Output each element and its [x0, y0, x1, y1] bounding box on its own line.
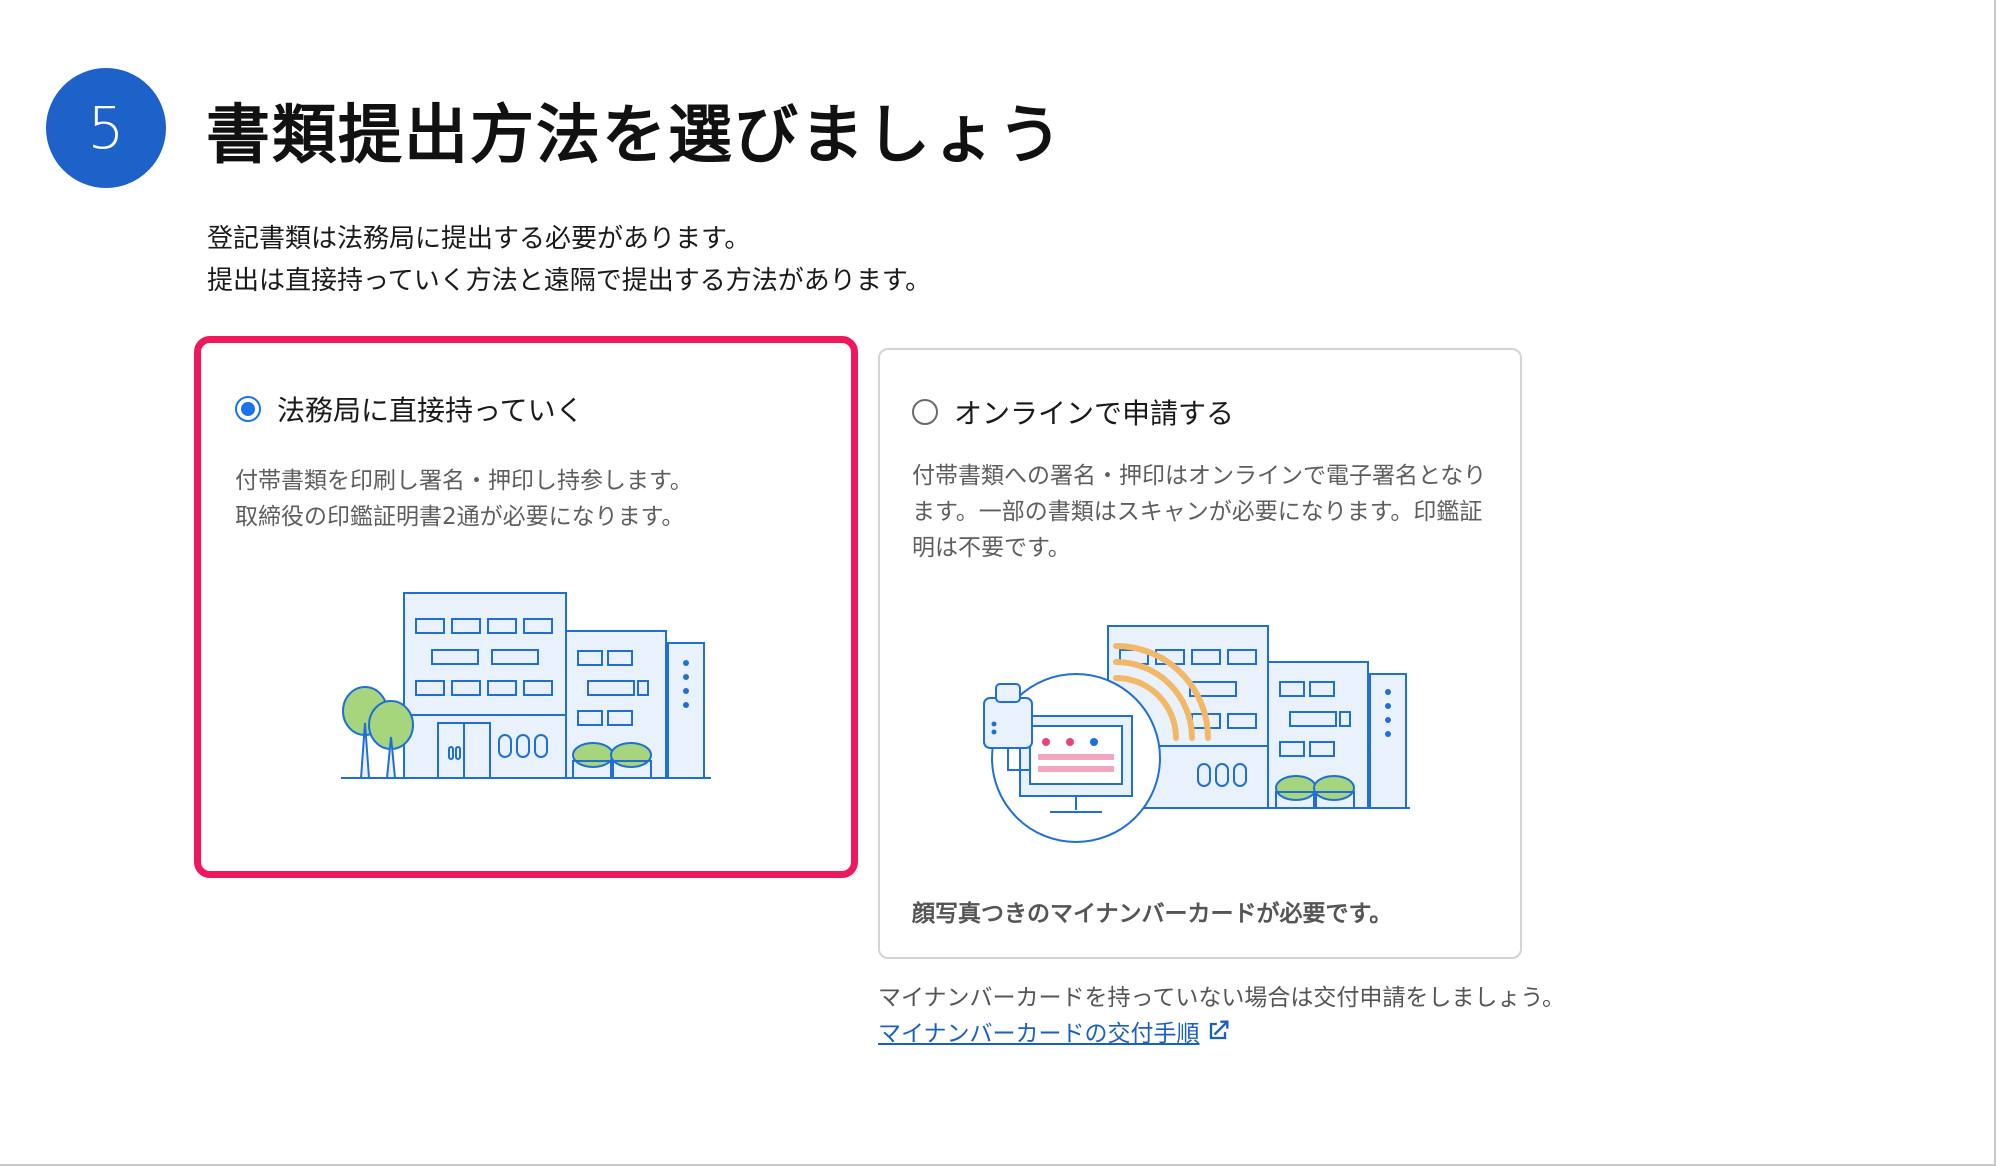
option-in-person-label: 法務局に直接持っていく	[277, 394, 584, 427]
intro-line-1: 登記書類は法務局に提出する必要があります。	[207, 224, 751, 254]
intro-line-2: 提出は直接持っていく方法と遠隔で提出する方法があります。	[207, 266, 932, 296]
option-in-person-description: 付帯書類を印刷し署名・押印し持参します。 取締役の印鑑証明書2通が必要になります…	[235, 463, 795, 535]
radio-in-person[interactable]	[235, 396, 261, 422]
radio-selected-dot	[241, 402, 255, 416]
step-number: 5	[87, 94, 125, 162]
building-with-computer-icon	[983, 625, 1410, 843]
external-link-icon-svg	[1209, 1020, 1229, 1040]
step-number-badge: 5	[46, 68, 166, 188]
external-link-icon	[1204, 1017, 1232, 1045]
intro-text: 登記書類は法務局に提出する必要があります。 提出は直接持っていく方法と遠隔で提出…	[207, 218, 931, 302]
option-card-online[interactable]: オンラインで申請する 付帯書類への署名・押印はオンラインで電子署名となります。一…	[878, 348, 1522, 959]
option-online-radio-row[interactable]: オンラインで申請する	[912, 392, 1234, 432]
page-title: 書類提出方法を選びましょう	[206, 99, 1064, 173]
option-online-description: 付帯書類への署名・押印はオンラインで電子署名となります。一部の書類はスキャンが必…	[912, 463, 1487, 561]
procedure-link-label: マイナンバーカードの交付手順	[878, 1021, 1200, 1047]
online-application-illustration	[980, 620, 1420, 854]
no-card-note: マイナンバーカードを持っていない場合は交付申請をしましょう。	[878, 985, 1566, 1011]
building-with-trees-icon	[341, 592, 711, 779]
option-in-person-desc-line-1: 付帯書類を印刷し署名・押印し持参します。	[235, 468, 693, 494]
my-number-card-procedure-link[interactable]: マイナンバーカードの交付手順	[878, 1014, 1232, 1048]
option-in-person-radio-row[interactable]: 法務局に直接持っていく	[235, 389, 584, 429]
radio-online[interactable]	[912, 399, 938, 425]
my-number-card-required-note: 顔写真つきのマイナンバーカードが必要です。	[912, 901, 1393, 927]
option-online-label: オンラインで申請する	[954, 397, 1235, 430]
legal-affairs-bureau-illustration	[341, 583, 721, 787]
option-card-in-person[interactable]: 法務局に直接持っていく 付帯書類を印刷し署名・押印し持参します。 取締役の印鑑証…	[194, 336, 858, 878]
option-in-person-desc-line-2: 取締役の印鑑証明書2通が必要になります。	[235, 504, 685, 530]
